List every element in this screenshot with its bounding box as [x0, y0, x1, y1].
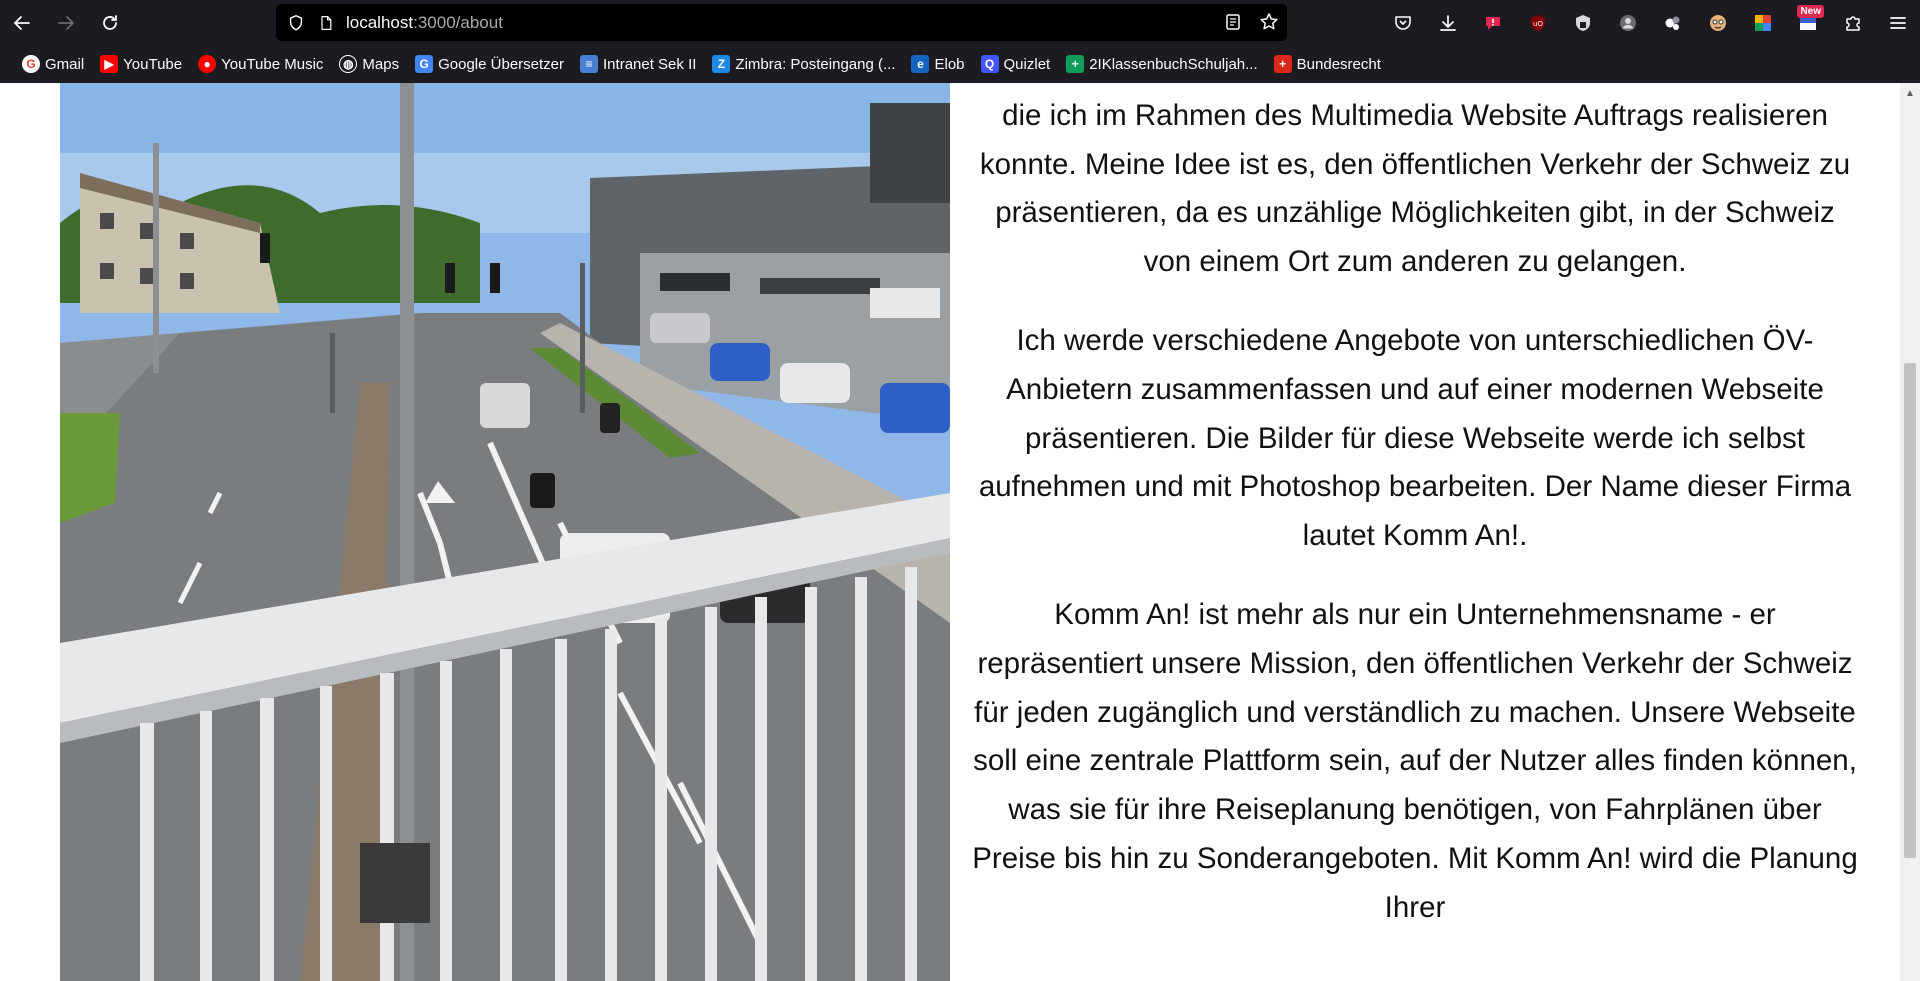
menu-button[interactable] — [1875, 0, 1920, 45]
face-icon — [1709, 14, 1726, 31]
dark-mode-extension-button[interactable] — [1650, 0, 1695, 45]
downloads-button[interactable] — [1425, 0, 1470, 45]
face-extension-button[interactable] — [1695, 0, 1740, 45]
new-extension-button[interactable]: New — [1785, 0, 1830, 45]
quizlet-icon: Q — [980, 55, 999, 73]
globe-icon: ◍ — [339, 55, 358, 73]
back-arrow-icon — [14, 15, 30, 30]
about-paragraph-2: Ich werde verschiedene Angebote von unte… — [978, 323, 1852, 553]
url-text[interactable]: localhost:3000/about — [346, 13, 503, 33]
toolbar-right-icons: uO New — [1380, 0, 1920, 45]
account-icon — [1619, 14, 1636, 31]
puzzle-icon — [1845, 15, 1860, 31]
bookmark-label: Gmail — [45, 55, 85, 73]
about-paragraph-1: In diesem Abschnitt möchte ich meine Ide… — [979, 98, 1851, 279]
document-icon: ≡ — [580, 55, 599, 73]
bookmark-item[interactable]: e Elob — [903, 49, 972, 79]
reload-icon — [103, 14, 117, 30]
bookmark-label: Intranet Sek II — [603, 55, 697, 73]
bookmark-label: Bundesrecht — [1296, 55, 1381, 73]
street-photo — [60, 83, 950, 981]
shield-extension-icon — [1575, 14, 1590, 31]
elob-icon: e — [911, 55, 930, 73]
street-photo-illustration — [60, 83, 950, 981]
page-content: In diesem Abschnitt möchte ich meine Ide… — [0, 83, 1900, 981]
privacy-extension-button[interactable] — [1560, 0, 1605, 45]
bookmark-item[interactable]: G Google Übersetzer — [407, 49, 572, 79]
download-icon — [1439, 14, 1456, 31]
forward-button[interactable] — [44, 1, 88, 45]
scrollbar-thumb[interactable] — [1904, 363, 1916, 858]
bookmark-label: Elob — [934, 55, 965, 73]
gmail-icon: G — [22, 55, 40, 73]
pocket-icon — [1394, 15, 1411, 30]
new-badge: New — [1797, 5, 1824, 18]
scroll-up-arrow-icon[interactable]: ▲ — [1900, 83, 1920, 103]
url-host: localhost — [346, 12, 414, 32]
bookmark-label: Quizlet — [1003, 55, 1051, 73]
svg-text:uO: uO — [1533, 20, 1543, 28]
reload-button[interactable] — [88, 1, 132, 45]
bookmark-item[interactable]: G Gmail — [14, 49, 92, 79]
about-text: In diesem Abschnitt möchte ich meine Ide… — [972, 83, 1858, 963]
zimbra-icon: Z — [712, 55, 731, 73]
bookmark-label: Maps — [362, 55, 400, 73]
bookmark-item[interactable]: Z Zimbra: Posteingang (... — [704, 49, 903, 79]
bookmark-label: 2IKlassenbuchSchuljah... — [1089, 55, 1258, 73]
bookmark-item[interactable]: ● YouTube Music — [190, 49, 331, 79]
swiss-flag-icon: + — [1273, 55, 1292, 73]
account-extension-button[interactable] — [1605, 0, 1650, 45]
about-paragraph-3: Komm An! ist mehr als nur ein Unternehme… — [972, 597, 1858, 924]
shield-icon[interactable] — [286, 13, 306, 33]
ublock-icon: uO — [1530, 14, 1545, 31]
youtube-music-icon: ● — [198, 55, 217, 73]
palette-icon — [1754, 14, 1771, 31]
bookmarks-bar: G Gmail ▶ YouTube ● YouTube Music ◍ Maps G Google… — [0, 45, 1920, 83]
bookmark-label: YouTube Music — [221, 55, 324, 73]
reader-view-icon[interactable] — [1223, 12, 1243, 32]
bookmark-label: Zimbra: Posteingang (... — [735, 55, 896, 73]
browser-toolbar: localhost:3000/about uO New — [0, 0, 1920, 45]
translate-icon: G — [415, 55, 434, 73]
bookmark-item[interactable]: + Bundesrecht — [1266, 49, 1389, 79]
sheets-icon: + — [1066, 55, 1085, 73]
bookmark-label: YouTube — [123, 55, 183, 73]
youtube-icon: ▶ — [100, 55, 119, 73]
extensions-button[interactable] — [1830, 0, 1875, 45]
page-scrollbar[interactable]: ▲ — [1900, 83, 1920, 981]
ublock-button[interactable]: uO — [1515, 0, 1560, 45]
bookmark-item[interactable]: Q Quizlet — [973, 49, 1059, 79]
color-extension-button[interactable] — [1740, 0, 1785, 45]
page-icon[interactable] — [316, 13, 336, 33]
alert-extension-icon — [1485, 16, 1500, 30]
url-path: :3000/about — [413, 12, 503, 32]
hamburger-menu-icon — [1889, 16, 1906, 29]
bookmark-item[interactable]: ≡ Intranet Sek II — [572, 49, 704, 79]
bookmark-item[interactable]: ▶ YouTube — [92, 49, 190, 79]
bookmark-item[interactable]: +2IKlassenbuchSchuljah... — [1058, 49, 1265, 79]
bookmark-item[interactable]: ◍ Maps — [331, 49, 407, 79]
pocket-button[interactable] — [1380, 0, 1425, 45]
back-button[interactable] — [0, 1, 44, 45]
dark-reader-icon — [1665, 16, 1679, 30]
url-bar[interactable]: localhost:3000/about — [276, 4, 1287, 41]
extension-alert-button[interactable] — [1470, 0, 1515, 45]
bookmark-star-icon[interactable] — [1259, 12, 1279, 32]
forward-arrow-icon — [58, 15, 74, 30]
bookmark-label: Google Übersetzer — [438, 55, 565, 73]
